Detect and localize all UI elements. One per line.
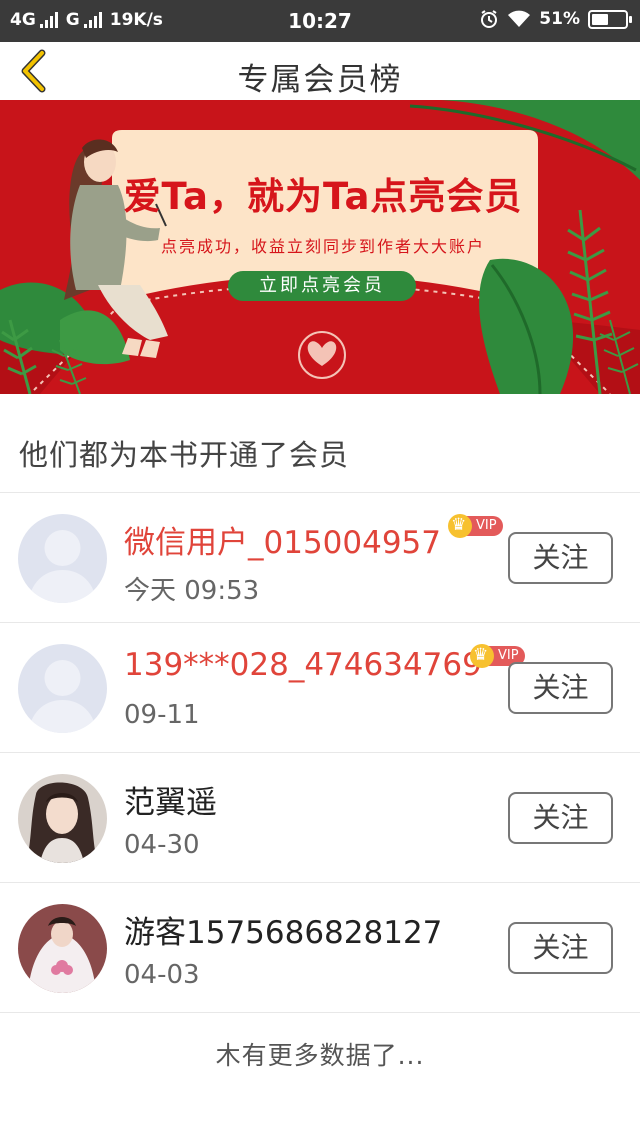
follow-button[interactable]: 关注	[508, 532, 613, 584]
member-date: 04-30	[124, 830, 200, 860]
member-date: 09-11	[124, 700, 200, 730]
member-list: 微信用户_015004957 VIP 今天 09:53 关注 139***028…	[0, 493, 640, 1013]
follow-button[interactable]: 关注	[508, 792, 613, 844]
crown-icon	[470, 644, 494, 668]
status-bar: 4G G 19K/s 10:27 51%	[0, 0, 640, 42]
no-more-data-text: 木有更多数据了...	[215, 1041, 425, 1070]
battery-icon	[588, 9, 632, 29]
signal-icon	[83, 12, 102, 28]
member-date: 今天 09:53	[124, 576, 260, 606]
member-date: 04-03	[124, 960, 200, 990]
photo-avatar-icon	[18, 904, 107, 993]
member-name: 微信用户_015004957	[124, 525, 442, 561]
light-up-membership-button[interactable]: 立即点亮会员	[228, 271, 416, 301]
avatar[interactable]	[18, 774, 107, 863]
list-item[interactable]: 139***028_474634769 VIP 09-11 关注	[0, 623, 640, 753]
network-speed: 19K/s	[109, 10, 163, 30]
banner-subtitle: 点亮成功，收益立刻同步到作者大大账户	[160, 237, 485, 256]
network-type-4g: 4G	[10, 10, 36, 30]
default-avatar-icon	[18, 644, 107, 733]
back-button[interactable]	[14, 48, 58, 94]
avatar[interactable]	[18, 644, 107, 733]
follow-button[interactable]: 关注	[508, 662, 613, 714]
avatar[interactable]	[18, 904, 107, 993]
crown-icon	[448, 514, 472, 538]
list-item[interactable]: 范翼遥 04-30 关注	[0, 753, 640, 883]
network-type-g: G	[65, 10, 80, 30]
signal-icon	[39, 12, 58, 28]
member-name: 范翼遥	[124, 785, 217, 821]
avatar[interactable]	[18, 514, 107, 603]
follow-button[interactable]: 关注	[508, 922, 613, 974]
list-item[interactable]: 微信用户_015004957 VIP 今天 09:53 关注	[0, 493, 640, 623]
status-right: 51%	[479, 9, 632, 29]
page-title: 专属会员榜	[237, 62, 403, 98]
banner-headline: 爱Ta，就为Ta点亮会员	[123, 175, 523, 218]
section-title: 他们都为本书开通了会员	[19, 438, 350, 472]
member-name: 游客1575686828127	[124, 915, 443, 951]
battery-percent: 51%	[539, 9, 580, 29]
promo-banner[interactable]: 爱Ta，就为Ta点亮会员 点亮成功，收益立刻同步到作者大大账户 立即点亮会员	[0, 100, 640, 394]
vip-badge: VIP	[448, 514, 503, 538]
photo-avatar-icon	[18, 774, 107, 863]
member-name: 139***028_474634769	[124, 647, 482, 683]
wifi-icon	[508, 10, 531, 27]
status-left: 4G G 19K/s	[10, 10, 163, 30]
nav-bar: 专属会员榜	[0, 42, 640, 100]
default-avatar-icon	[18, 514, 107, 603]
list-item[interactable]: 游客1575686828127 04-03 关注	[0, 883, 640, 1013]
alarm-icon	[481, 10, 498, 28]
chevron-left-icon	[21, 49, 46, 93]
section-header: 他们都为本书开通了会员	[0, 394, 640, 493]
